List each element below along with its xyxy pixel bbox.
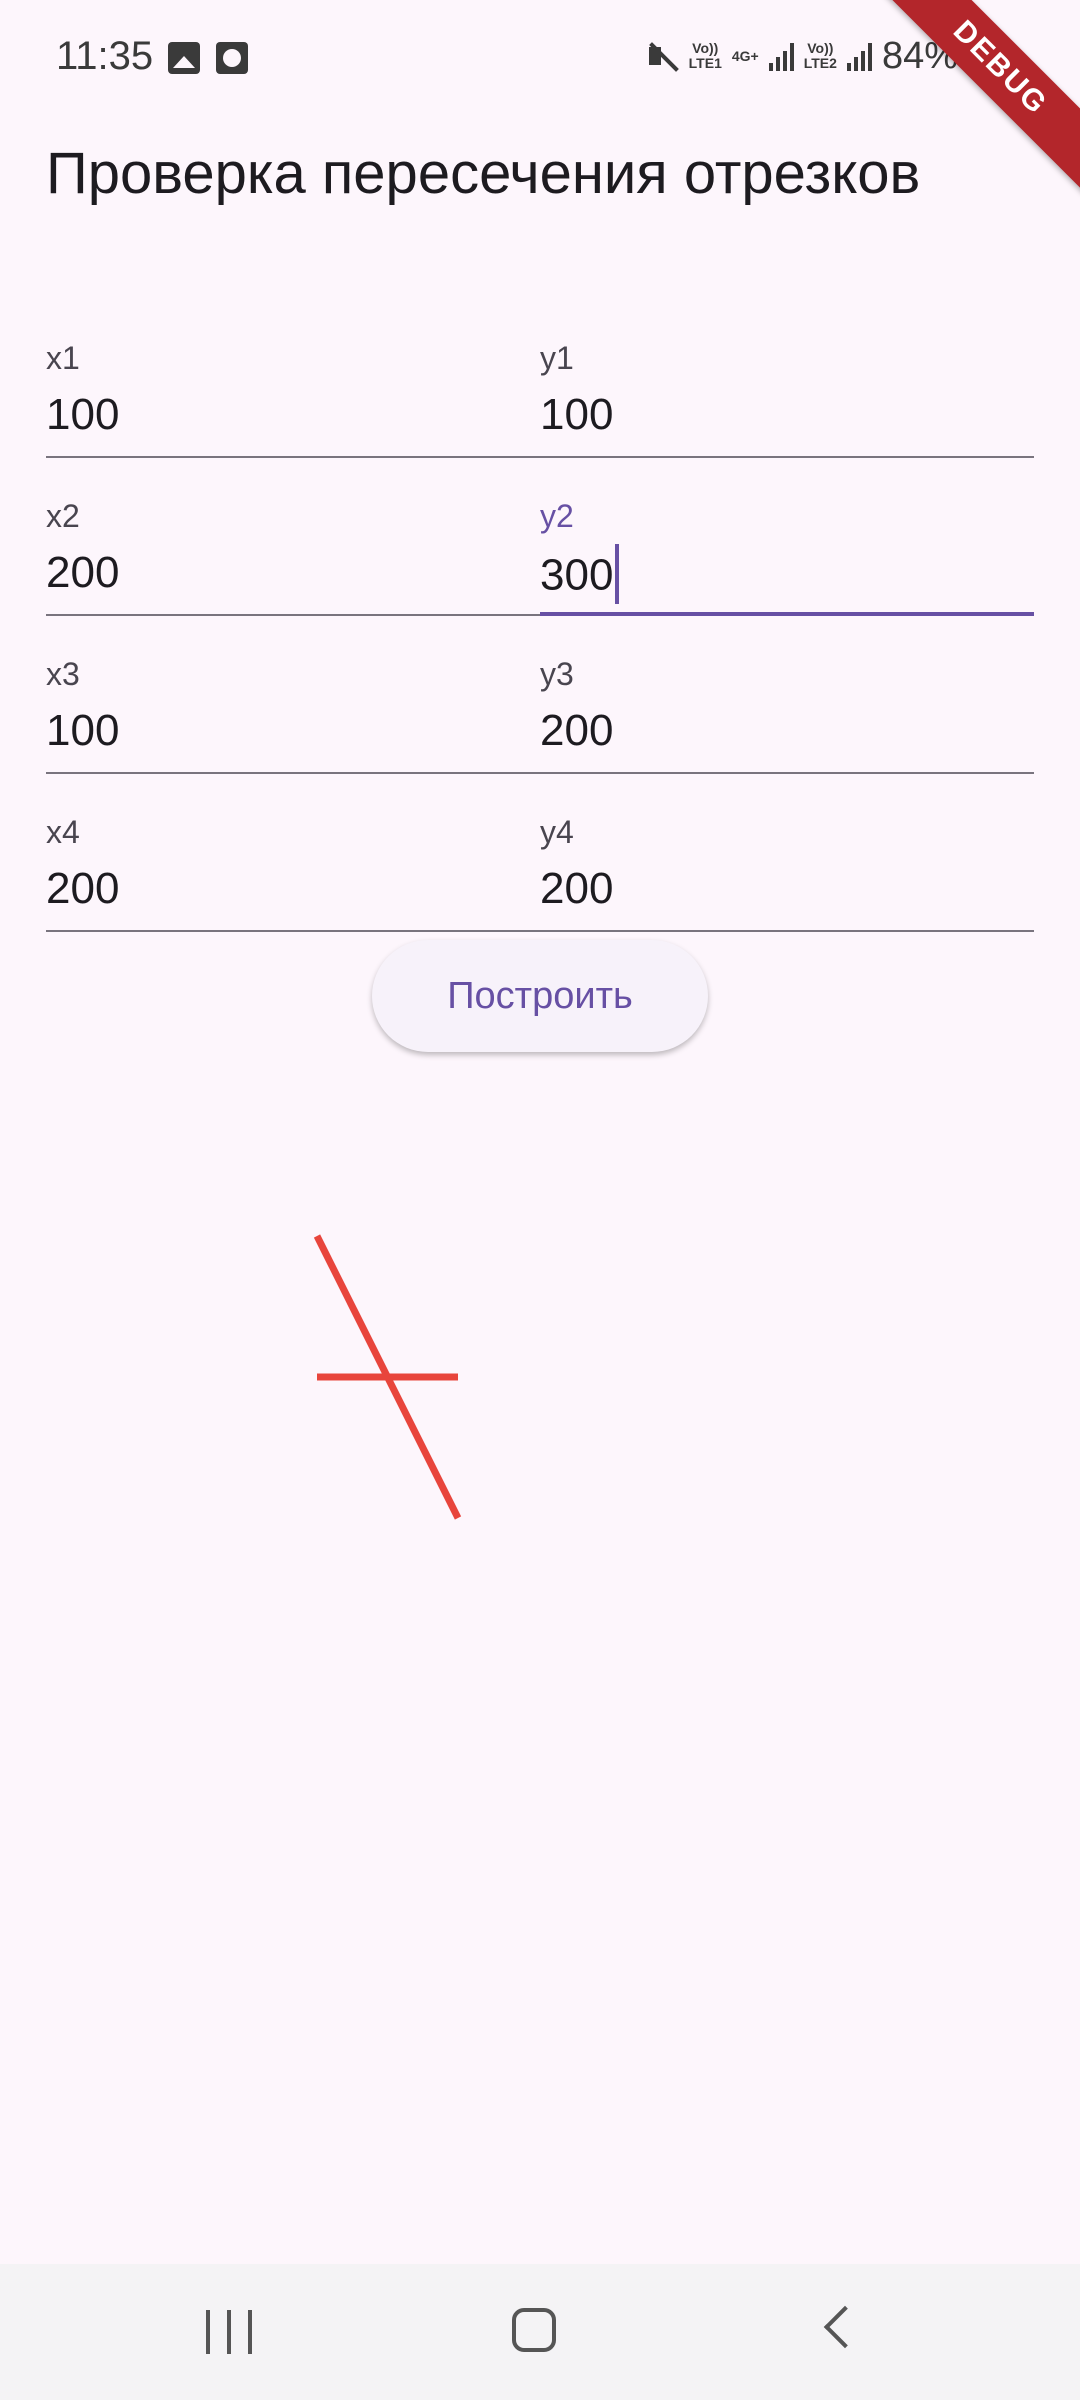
status-time: 11:35	[56, 34, 154, 78]
gallery-notification-icon	[168, 42, 200, 74]
navigation-bar	[0, 2264, 1080, 2400]
signal-1-icon	[768, 41, 794, 71]
x1-input[interactable]: 100	[46, 390, 119, 440]
home-icon[interactable]	[512, 2308, 556, 2352]
y1-input[interactable]: 100	[540, 390, 613, 440]
y3-field[interactable]: y3 200	[540, 634, 1034, 774]
volte2-indicator: Vo)) LTE2	[803, 40, 837, 71]
y2-value: 300	[540, 550, 614, 600]
x1-field[interactable]: x1 100	[46, 318, 540, 458]
recents-icon[interactable]	[206, 2310, 252, 2354]
y2-input[interactable]: 300	[540, 544, 620, 608]
clock-notification-icon	[216, 42, 248, 74]
y3-label: y3	[540, 656, 574, 692]
y4-input[interactable]: 200	[540, 864, 613, 914]
x2-label: x2	[46, 498, 80, 534]
x4-input[interactable]: 200	[46, 864, 119, 914]
x3-input[interactable]: 100	[46, 706, 119, 756]
volte1-indicator: Vo)) LTE1	[688, 40, 722, 71]
y2-label: y2	[540, 498, 574, 534]
network-type: 4G+	[731, 47, 759, 64]
x4-label: x4	[46, 814, 80, 850]
x2-input[interactable]: 200	[46, 548, 119, 598]
back-icon[interactable]	[823, 2305, 867, 2349]
signal-2-icon	[846, 41, 872, 71]
mute-icon	[645, 39, 679, 73]
y4-label: y4	[540, 814, 574, 850]
y2-field[interactable]: y2 300	[540, 476, 1034, 616]
y3-input[interactable]: 200	[540, 706, 613, 756]
x1-label: x1	[46, 340, 80, 376]
y4-field[interactable]: y4 200	[540, 792, 1034, 932]
x4-field[interactable]: x4 200	[46, 792, 540, 932]
y1-label: y1	[540, 340, 574, 376]
text-cursor	[615, 544, 620, 604]
page-title: Проверка пересечения отрезков	[46, 141, 921, 206]
build-button[interactable]: Построить	[372, 940, 708, 1052]
x3-field[interactable]: x3 100	[46, 634, 540, 774]
y1-field[interactable]: y1 100	[540, 318, 1034, 458]
volte1-text: Vo))	[692, 40, 719, 56]
x3-label: x3	[46, 656, 80, 692]
x2-field[interactable]: x2 200	[46, 476, 540, 616]
segment-1	[313, 1234, 462, 1520]
